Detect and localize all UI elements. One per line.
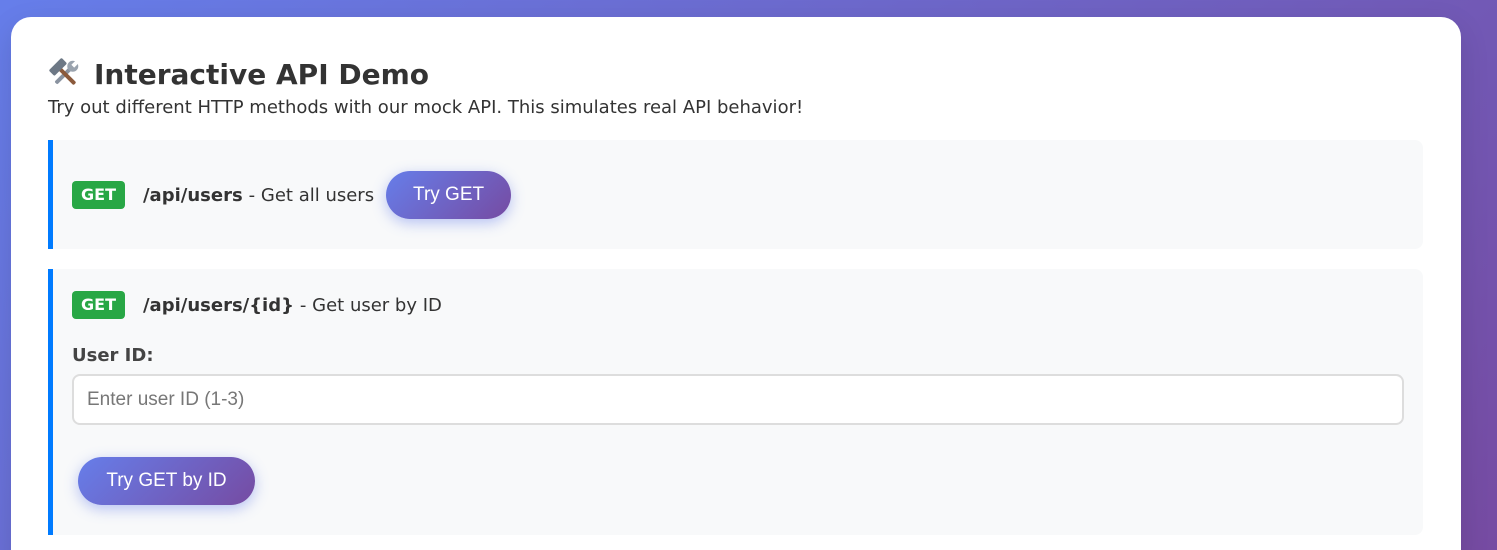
- page-title: Interactive API Demo: [48, 57, 429, 91]
- try-get-by-id-button[interactable]: Try GET by ID: [78, 457, 255, 505]
- page-subtitle: Try out different HTTP methods with our …: [48, 97, 804, 118]
- try-get-button[interactable]: Try GET: [386, 171, 512, 219]
- endpoint-get-users: GET /api/users - Get all users Try GET: [48, 140, 1423, 249]
- endpoint-description: - Get all users: [248, 184, 375, 206]
- api-demo-card: Interactive API Demo Try out different H…: [11, 17, 1461, 550]
- endpoint-header: GET /api/users - Get all users Try GET: [72, 171, 512, 219]
- hammer-and-wrench-icon: [48, 57, 82, 91]
- method-badge: GET: [72, 181, 125, 209]
- endpoint-header: GET /api/users/{id} - Get user by ID: [72, 288, 442, 322]
- endpoint-get-user-by-id: GET /api/users/{id} - Get user by ID Use…: [48, 269, 1423, 535]
- method-badge: GET: [72, 291, 125, 319]
- endpoint-description: - Get user by ID: [299, 294, 442, 316]
- user-id-input[interactable]: [72, 374, 1404, 425]
- endpoint-path: /api/users/{id}: [142, 294, 294, 316]
- user-id-label: User ID:: [72, 345, 154, 366]
- endpoint-path: /api/users: [142, 184, 243, 206]
- page-title-text: Interactive API Demo: [94, 57, 430, 91]
